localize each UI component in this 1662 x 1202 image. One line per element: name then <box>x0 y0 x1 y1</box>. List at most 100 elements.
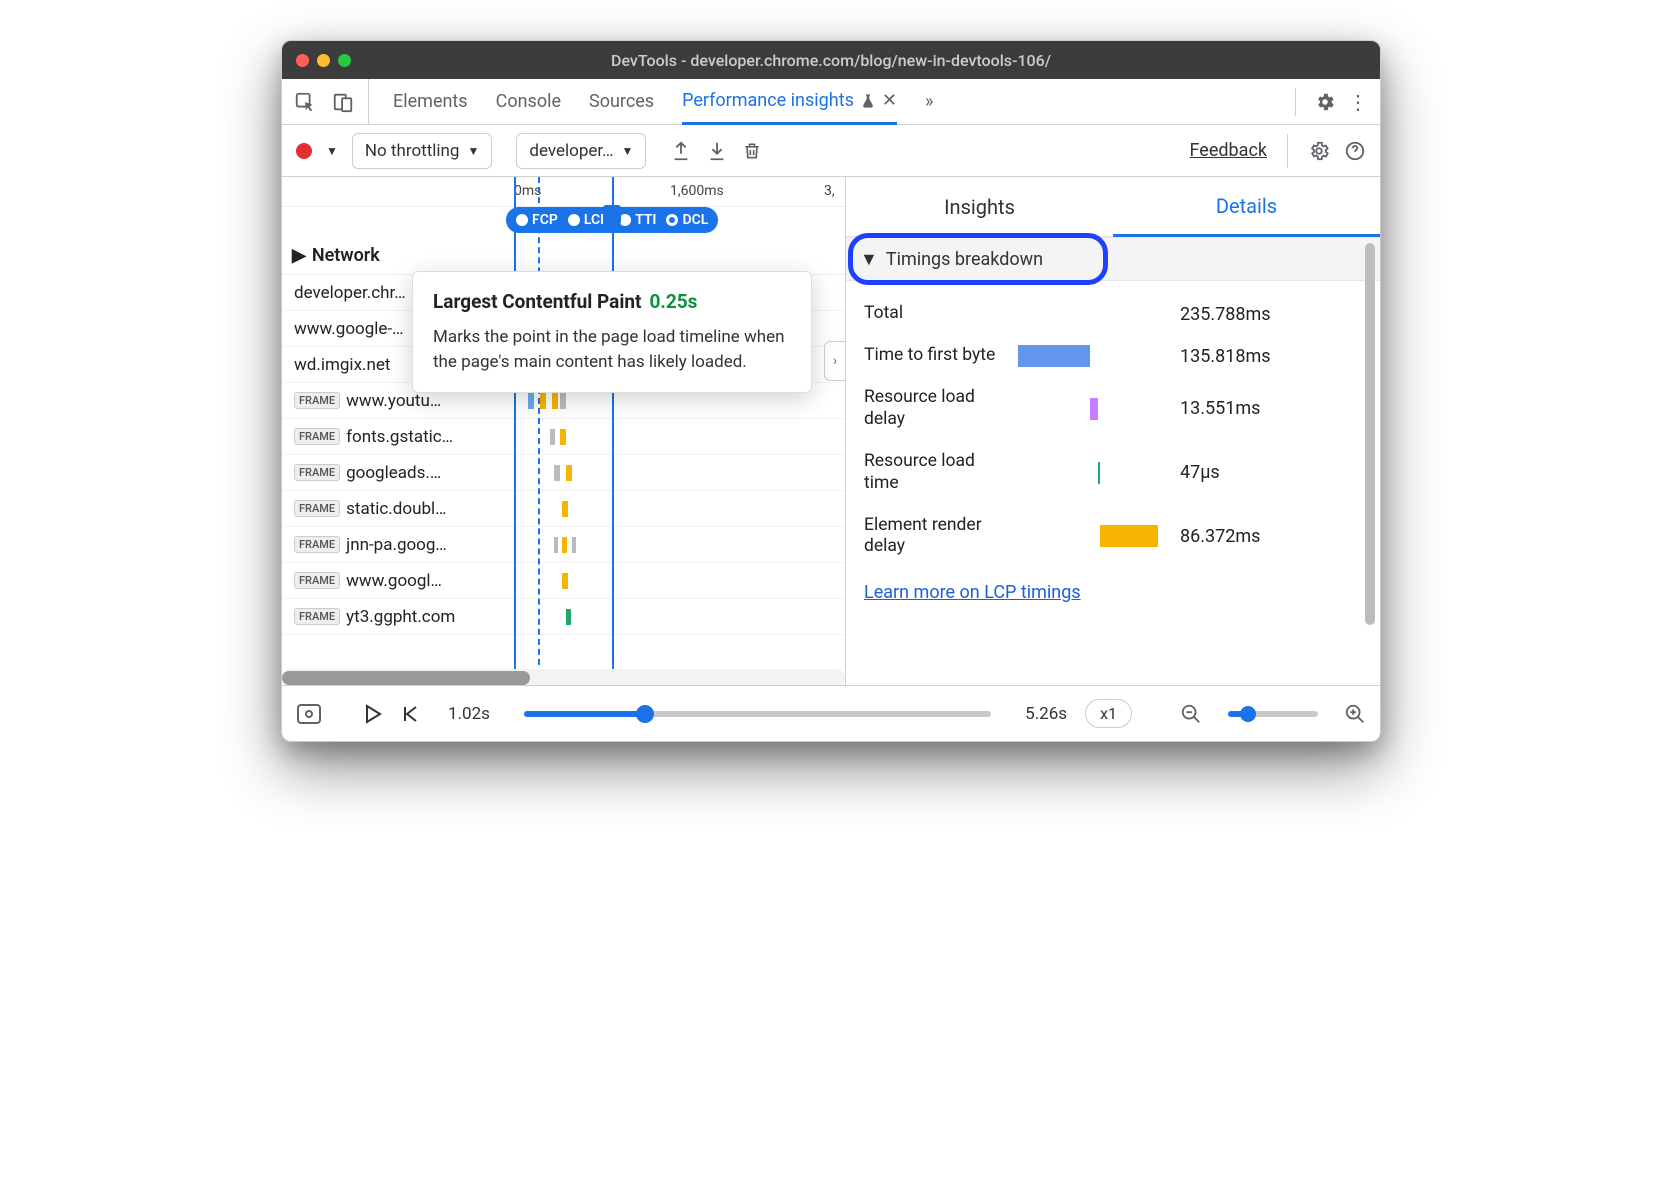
chevron-down-icon: ▼ <box>860 249 878 270</box>
network-host-label: fonts.gstatic… <box>346 427 453 447</box>
maximize-window-button[interactable] <box>338 54 351 67</box>
metric-label: Total <box>864 303 1006 325</box>
network-section-header[interactable]: ▶ Network <box>282 237 845 275</box>
timeline-pane: 0ms 1,600ms 3, FCP LCP TTI DCL ▶ N <box>282 177 846 685</box>
record-options-arrow[interactable]: ▼ <box>326 144 338 158</box>
ruler-tick: 3, <box>824 183 835 199</box>
zoom-out-icon[interactable] <box>1180 703 1202 725</box>
network-host-label: yt3.ggpht.com <box>346 607 455 627</box>
frame-badge: FRAME <box>294 392 340 409</box>
zoom-slider[interactable] <box>1228 711 1318 717</box>
timeline-ruler[interactable]: 0ms 1,600ms 3, <box>282 177 845 207</box>
network-row[interactable]: FRAME fonts.gstatic… <box>282 419 845 455</box>
record-button[interactable] <box>296 143 312 159</box>
collapse-sidebar-toggle[interactable]: › <box>824 341 846 381</box>
tab-sources[interactable]: Sources <box>589 79 654 124</box>
tab-details[interactable]: Details <box>1113 177 1380 237</box>
ruler-tick: 0ms <box>514 183 541 199</box>
network-host-label: static.doubl… <box>346 499 446 519</box>
network-host-label: www.youtu… <box>346 391 441 411</box>
network-host-label: www.google-… <box>294 319 403 339</box>
pane-settings-icon[interactable] <box>1308 140 1330 162</box>
devtools-tabbar: Elements Console Sources Performance ins… <box>282 79 1380 125</box>
metric-value: 13.551ms <box>1180 398 1260 419</box>
network-host-label: wd.imgix.net <box>294 355 390 375</box>
seek-start-button[interactable] <box>400 704 420 724</box>
network-host-label: www.googl… <box>346 571 442 591</box>
metric-value: 135.818ms <box>1180 346 1271 367</box>
network-host-label: jnn-pa.goog… <box>346 535 447 555</box>
performance-toolbar: ▼ No throttling ▼ developer… ▼ Feedback <box>282 125 1380 177</box>
tab-insights[interactable]: Insights <box>846 177 1113 236</box>
page-select[interactable]: developer… ▼ <box>516 133 646 169</box>
accordion-label: Timings breakdown <box>886 249 1043 270</box>
network-row[interactable]: FRAMEyt3.ggpht.com <box>282 599 845 635</box>
playback-time-left: 1.02s <box>448 704 490 724</box>
network-row[interactable]: FRAME www.googl… <box>282 563 845 599</box>
frame-badge: FRAME <box>294 464 340 481</box>
ruler-tick: 1,600ms <box>670 183 724 199</box>
frame-badge: FRAME <box>294 428 340 445</box>
tab-performance-insights[interactable]: Performance insights ✕ <box>682 80 897 125</box>
metric-row: Time to first byte 135.818ms <box>864 335 1362 377</box>
vertical-scrollbar[interactable] <box>1363 243 1377 677</box>
delete-icon[interactable] <box>742 140 762 162</box>
learn-more-link[interactable]: Learn more on LCP timings <box>864 582 1081 603</box>
device-toggle-icon[interactable] <box>330 89 356 115</box>
metric-row: Resource load delay 13.551ms <box>864 377 1362 441</box>
close-tab-icon[interactable]: ✕ <box>882 90 897 111</box>
tab-elements[interactable]: Elements <box>393 79 468 124</box>
tooltip-time: 0.25s <box>649 290 697 313</box>
zoom-in-icon[interactable] <box>1344 703 1366 725</box>
feedback-link[interactable]: Feedback <box>1190 140 1267 161</box>
details-pane: Insights Details ▼ Timings breakdown Tot… <box>846 177 1380 685</box>
metric-label: Element render delay <box>864 515 1006 559</box>
metric-value: 86.372ms <box>1180 526 1260 547</box>
network-row[interactable]: FRAME static.doubl… <box>282 491 845 527</box>
metric-label: Time to first byte <box>864 345 1006 367</box>
playback-slider[interactable] <box>524 711 991 717</box>
horizontal-scrollbar[interactable] <box>282 669 845 685</box>
help-icon[interactable] <box>1344 140 1366 162</box>
page-select-value: developer… <box>529 141 613 161</box>
network-host-label: developer.chr… <box>294 283 406 303</box>
download-icon[interactable] <box>706 140 728 162</box>
tab-console[interactable]: Console <box>496 79 561 124</box>
frame-badge: FRAME <box>294 500 340 517</box>
chevron-down-icon: ▼ <box>467 144 479 158</box>
metric-row: Resource load time 47µs <box>864 441 1362 505</box>
throttling-select[interactable]: No throttling ▼ <box>352 133 492 169</box>
frame-badge: FRAME <box>294 572 340 589</box>
throttling-value: No throttling <box>365 141 460 161</box>
metric-row: Total 235.788ms <box>864 293 1362 335</box>
kebab-menu-icon[interactable]: ⋮ <box>1348 90 1370 114</box>
zoom-level-badge[interactable]: x1 <box>1085 699 1132 728</box>
play-button[interactable] <box>364 704 382 724</box>
metric-row: Element render delay 86.372ms <box>864 505 1362 569</box>
playhead-handle[interactable] <box>603 205 621 227</box>
frame-badge: FRAME <box>294 536 340 553</box>
flask-icon <box>860 92 876 110</box>
upload-icon[interactable] <box>670 140 692 162</box>
playback-time-right: 5.26s <box>1025 704 1067 724</box>
timings-breakdown-accordion[interactable]: ▼ Timings breakdown <box>846 237 1380 281</box>
inspect-icon[interactable] <box>292 89 318 115</box>
metric-label: Resource load delay <box>864 387 1006 431</box>
lcp-tooltip: Largest Contentful Paint 0.25s Marks the… <box>412 271 812 393</box>
more-tabs-icon[interactable]: » <box>925 91 933 112</box>
metric-label: Resource load time <box>864 451 1006 495</box>
tooltip-body: Marks the point in the page load timelin… <box>433 325 791 374</box>
network-host-label: googleads.… <box>346 463 441 483</box>
minimize-window-button[interactable] <box>317 54 330 67</box>
chevron-right-icon: ▶ <box>292 245 306 266</box>
network-row[interactable]: FRAME googleads.… <box>282 455 845 491</box>
settings-icon[interactable] <box>1314 91 1336 113</box>
network-row[interactable]: FRAME jnn-pa.goog… <box>282 527 845 563</box>
chevron-down-icon: ▼ <box>622 144 634 158</box>
metric-value: 235.788ms <box>1180 304 1271 325</box>
preview-icon[interactable] <box>296 703 322 725</box>
titlebar: DevTools - developer.chrome.com/blog/new… <box>282 41 1380 79</box>
network-header-label: Network <box>312 245 380 266</box>
close-window-button[interactable] <box>296 54 309 67</box>
metric-value: 47µs <box>1180 462 1220 483</box>
